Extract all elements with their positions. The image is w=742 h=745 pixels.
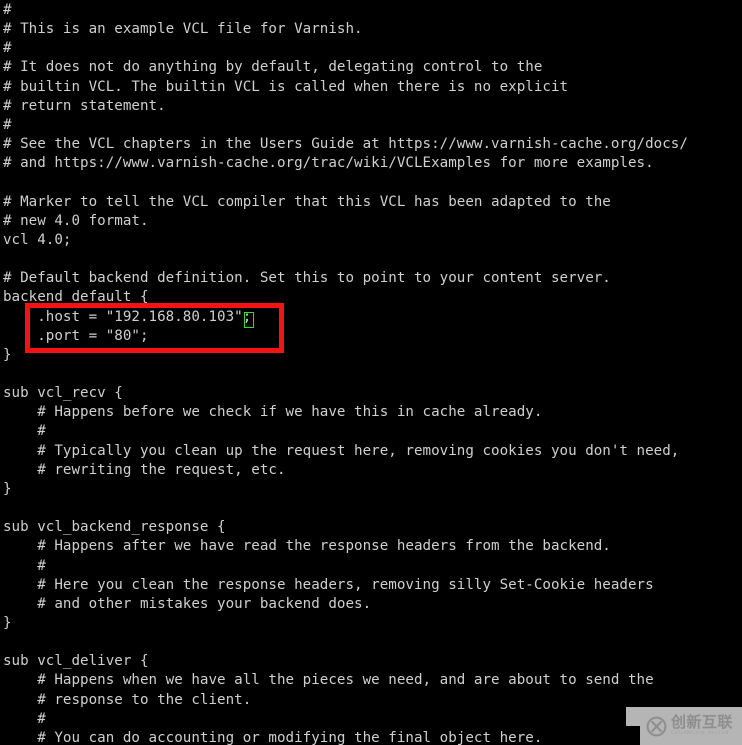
watermark-brand-name: 创新互联: [671, 713, 734, 732]
code-line: .port = "80";: [3, 327, 149, 344]
code-line: # and https://www.varnish-cache.org/trac…: [3, 155, 654, 172]
code-editor-content[interactable]: # # This is an example VCL file for Varni…: [3, 1, 742, 745]
code-line: vcl 4.0;: [3, 231, 72, 248]
code-line: # builtin VCL. The builtin VCL is called…: [3, 78, 569, 95]
code-line: sub vcl_deliver {: [3, 653, 149, 670]
watermark: 创新互联 CHUANGXIN HULIAN: [640, 707, 742, 745]
terminal-window[interactable]: # # This is an example VCL file for Varni…: [0, 0, 742, 745]
code-line: # and other mistakes your backend does.: [3, 595, 372, 612]
code-line: #: [3, 423, 46, 440]
watermark-notch: [626, 707, 640, 726]
code-line: }: [3, 615, 12, 631]
code-line: backend default {: [3, 289, 149, 306]
code-line: }: [3, 346, 12, 363]
code-line: # Happens after we have read the respons…: [3, 538, 611, 555]
code-line: # It does not do anything by default, de…: [3, 59, 543, 76]
watermark-text-group: 创新互联 CHUANGXIN HULIAN: [671, 715, 733, 737]
code-line: #: [3, 116, 12, 133]
code-line: }: [3, 480, 12, 497]
code-line: # Default backend definition. Set this t…: [3, 270, 611, 287]
code-line: # return statement.: [3, 97, 166, 114]
watermark-brand-subtitle: CHUANGXIN HULIAN: [671, 731, 730, 737]
code-line: #: [3, 2, 12, 18]
code-line: # Happens before we check if we have thi…: [3, 404, 543, 421]
code-line: sub vcl_recv {: [3, 385, 123, 402]
code-line: #: [3, 40, 12, 57]
code-line: # This is an example VCL file for Varnis…: [3, 21, 363, 38]
code-line: # rewriting the request, etc.: [3, 461, 286, 478]
circled-x-logo-icon: [646, 716, 667, 736]
code-line: #: [3, 557, 46, 574]
code-line: # Happens when we have all the pieces we…: [3, 672, 654, 689]
code-line: # new 4.0 format.: [3, 212, 149, 229]
code-line: # You can do accounting or modifying the…: [3, 729, 543, 745]
code-line: # Marker to tell the VCL compiler that t…: [3, 193, 611, 210]
code-line: # Here you clean the response headers, r…: [3, 576, 654, 593]
code-line: sub vcl_backend_response {: [3, 519, 226, 536]
code-line: # Typically you clean up the request her…: [3, 442, 680, 459]
code-line: .host = "192.168.80.103";: [3, 308, 252, 325]
code-line: # See the VCL chapters in the Users Guid…: [3, 136, 688, 153]
